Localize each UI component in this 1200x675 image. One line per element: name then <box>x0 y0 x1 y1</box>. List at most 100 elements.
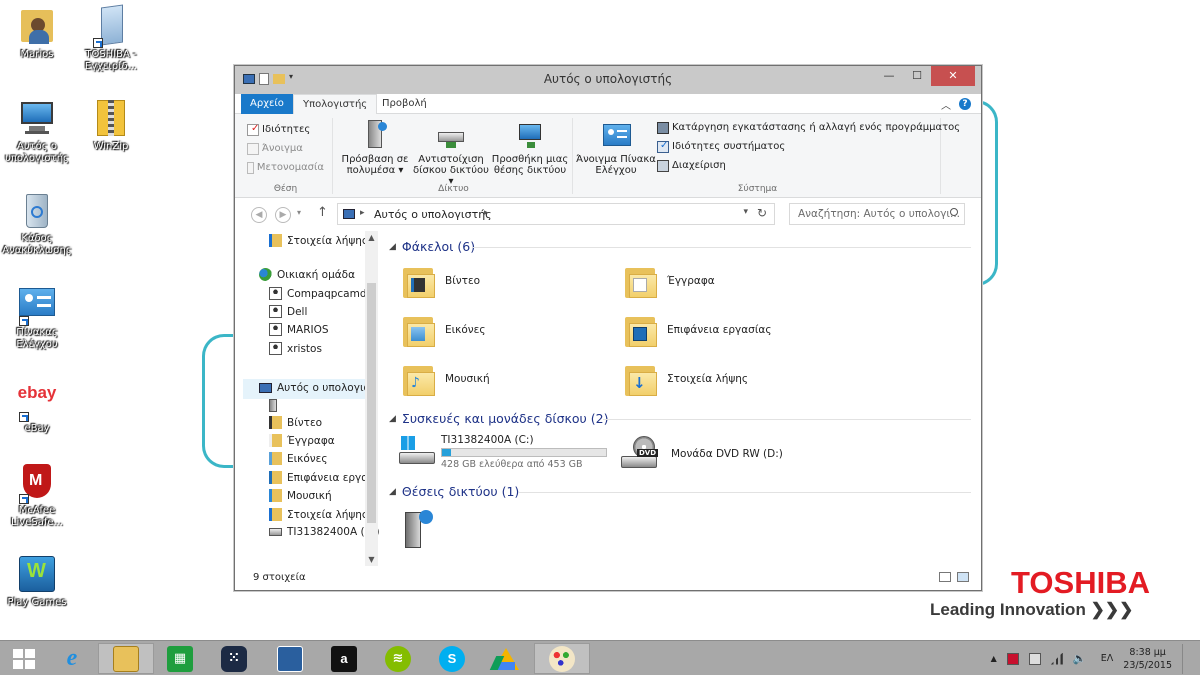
taskbar-spotify[interactable]: ≋ <box>370 643 426 674</box>
address-path-chevron-icon[interactable]: ▸ <box>484 208 489 218</box>
taskbar-amazon[interactable]: a <box>316 643 372 674</box>
nav-item-drive-c[interactable]: TI31382400A (C:) <box>269 526 379 538</box>
nav-item-user-compaqpcamde[interactable]: Compaqpcamde <box>269 287 373 300</box>
desktop-icon-recycle-bin[interactable]: Κάδος Ανακύκλωσης <box>0 190 74 257</box>
clock[interactable]: 8:38 μμ 23/5/2015 <box>1123 646 1172 672</box>
nav-scrollbar[interactable]: ▲ ▼ <box>365 231 378 566</box>
taskbar-ie[interactable]: e <box>44 643 100 674</box>
refresh-icon[interactable]: ↻ <box>757 206 767 220</box>
title-bar[interactable]: ▾ Αυτός ο υπολογιστής — ☐ ✕ <box>235 66 981 94</box>
nav-item-user-dell[interactable]: Dell <box>269 305 307 318</box>
back-button[interactable]: ◀ <box>251 207 267 223</box>
taskbar-remote[interactable] <box>262 643 318 674</box>
folder-videos[interactable]: Βίντεο <box>401 264 480 298</box>
access-media-button[interactable]: Πρόσβαση σε πολυμέσα ▾ <box>339 118 411 176</box>
folder-music[interactable]: ♪ Μουσική <box>401 362 490 396</box>
manage-button[interactable]: Διαχείριση <box>657 156 960 175</box>
taskbar-google-drive[interactable] <box>478 643 534 674</box>
nav-item-pictures[interactable]: Εικόνες <box>269 452 328 465</box>
taskbar-blackberry[interactable]: ⁙ <box>206 643 262 674</box>
nav-item-documents[interactable]: Έγγραφα <box>269 434 335 447</box>
address-bar[interactable]: ▸ Αυτός ο υπολογιστής ▸ ▾ ↻ <box>337 203 775 225</box>
tab-view[interactable]: Προβολή <box>373 94 436 114</box>
add-network-location-button[interactable]: Προσθήκη μιας θέσης δικτύου <box>491 118 569 176</box>
properties-button[interactable]: ✓ Ιδιότητες <box>247 120 324 139</box>
nav-item-videos[interactable]: Βίντεο <box>269 416 322 429</box>
network-location-item[interactable] <box>401 508 437 548</box>
collapse-chevron-icon[interactable]: ◢ <box>389 242 396 252</box>
up-button[interactable]: ↑ <box>317 205 328 220</box>
address-dropdown-icon[interactable]: ▾ <box>743 207 748 217</box>
folder-documents[interactable]: Έγγραφα <box>623 264 715 298</box>
nav-item-music[interactable]: Μουσική <box>269 489 332 502</box>
action-center-icon[interactable] <box>1006 652 1019 665</box>
scroll-up-arrow-icon[interactable]: ▲ <box>365 233 378 242</box>
desktop-icon-play-games[interactable]: W Play Games <box>0 554 74 609</box>
large-icons-view-icon[interactable] <box>957 572 969 582</box>
desktop-icon-marios[interactable]: Marios <box>0 6 74 61</box>
network-signal-icon[interactable] <box>1050 652 1063 665</box>
item-count: 9 στοιχεία <box>253 572 306 583</box>
forward-button[interactable]: ▶ <box>275 207 291 223</box>
taskbar-paint[interactable] <box>534 643 590 674</box>
address-path[interactable]: Αυτός ο υπολογιστής <box>374 208 492 221</box>
details-view-icon[interactable] <box>939 572 951 582</box>
desktop-icon-toshiba-manual[interactable]: TOSHIBA - Εγχειρίδ... <box>74 4 148 73</box>
search-icon[interactable] <box>950 208 958 216</box>
rename-button[interactable]: Μετονομασία <box>247 158 324 177</box>
taskbar-skype[interactable]: S <box>424 643 480 674</box>
collapse-ribbon-icon[interactable]: ︿ <box>941 97 951 112</box>
maximize-button[interactable]: ☐ <box>903 66 931 86</box>
collapse-chevron-icon[interactable]: ◢ <box>389 414 396 424</box>
help-icon[interactable]: ? <box>959 98 971 110</box>
ribbon-tabs: Αρχείο Υπολογιστής Προβολή ︿ ? <box>235 94 981 115</box>
language-indicator[interactable]: ΕΛ <box>1101 653 1114 664</box>
nav-item-this-pc[interactable]: Αυτός ο υπολογισ <box>259 382 370 394</box>
desktop-icon-winzip[interactable]: WinZip <box>74 98 148 153</box>
section-devices-header[interactable]: ◢ Συσκευές και μονάδες δίσκου (2) <box>389 411 608 426</box>
folder-downloads[interactable]: ↓ Στοιχεία λήψης <box>623 362 748 396</box>
scroll-thumb[interactable] <box>367 283 376 523</box>
map-network-drive-button[interactable]: Αντιστοίχιση δίσκου δικτύου ▾ <box>409 118 493 187</box>
drive-d[interactable]: DVD Μονάδα DVD RW (D:) <box>619 436 783 472</box>
navigation-pane[interactable]: Στοιχεία λήψης Οικιακή ομάδα Compaqpcamd… <box>243 231 379 566</box>
taskbar-store[interactable]: ▦ <box>152 643 208 674</box>
taskbar-file-explorer[interactable] <box>98 643 154 674</box>
desktop-icon-mcafee[interactable]: M McAfee LiveSafe... <box>0 462 74 529</box>
search-box[interactable]: Αναζήτηση: Αυτός ο υπολογι... <box>789 203 965 225</box>
desktop-icon-control-panel[interactable]: Πίνακας Ελέγχου <box>0 284 74 351</box>
nav-item-user-xristos[interactable]: xristos <box>269 342 322 355</box>
address-separator-icon[interactable]: ▸ <box>360 208 365 218</box>
nav-item-downloads[interactable]: Στοιχεία λήψης <box>269 234 368 247</box>
nav-item-downloads-2[interactable]: Στοιχεία λήψης <box>269 508 368 521</box>
open-button[interactable]: Άνοιγμα <box>247 139 324 158</box>
tab-computer[interactable]: Υπολογιστής <box>293 94 378 115</box>
show-hidden-icons-icon[interactable]: ▲ <box>991 654 997 663</box>
open-control-panel-button[interactable]: Άνοιγμα Πίνακα Ελέγχου <box>575 118 657 176</box>
nav-item-label: Οικιακή ομάδα <box>277 268 356 281</box>
content-area[interactable]: ◢ Φάκελοι (6) Βίντεο Έγγραφα Εικόνες Επι… <box>383 231 981 566</box>
nav-item-homegroup[interactable]: Οικιακή ομάδα <box>259 268 355 281</box>
drive-c[interactable]: TI31382400A (C:) 428 GB ελεύθερα από 453… <box>397 434 607 470</box>
show-desktop-button[interactable] <box>1182 643 1186 674</box>
device-icon[interactable] <box>1028 652 1041 665</box>
scroll-down-arrow-icon[interactable]: ▼ <box>365 555 378 564</box>
section-folders-header[interactable]: ◢ Φάκελοι (6) <box>389 239 475 254</box>
folder-desktop[interactable]: Επιφάνεια εργασίας <box>623 313 771 347</box>
folder-pictures[interactable]: Εικόνες <box>401 313 486 347</box>
system-properties-button[interactable]: ✓ Ιδιότητες συστήματος <box>657 137 960 156</box>
collapse-chevron-icon[interactable]: ◢ <box>389 487 396 497</box>
close-button[interactable]: ✕ <box>931 66 975 86</box>
volume-icon[interactable]: 🔈 <box>1073 652 1087 665</box>
explorer-window[interactable]: ▾ Αυτός ο υπολογιστής — ☐ ✕ Αρχείο Υπολο… <box>234 65 982 591</box>
desktop-icon-ebay[interactable]: ebay eBay <box>0 380 74 435</box>
nav-item-user-marios[interactable]: MARIOS <box>269 323 329 336</box>
nav-item-desktop[interactable]: Επιφάνεια εργασ <box>269 471 375 484</box>
tab-file[interactable]: Αρχείο <box>241 94 293 114</box>
uninstall-program-button[interactable]: Κατάργηση εγκατάστασης ή αλλαγή ενός προ… <box>657 118 960 137</box>
recent-locations-icon[interactable]: ▾ <box>297 208 301 217</box>
desktop-icon-this-pc[interactable]: Αυτός ο υπολογιστής <box>0 98 74 165</box>
minimize-button[interactable]: — <box>875 66 903 86</box>
nav-item-network-location[interactable] <box>269 399 282 412</box>
section-network-header[interactable]: ◢ Θέσεις δικτύου (1) <box>389 484 519 499</box>
